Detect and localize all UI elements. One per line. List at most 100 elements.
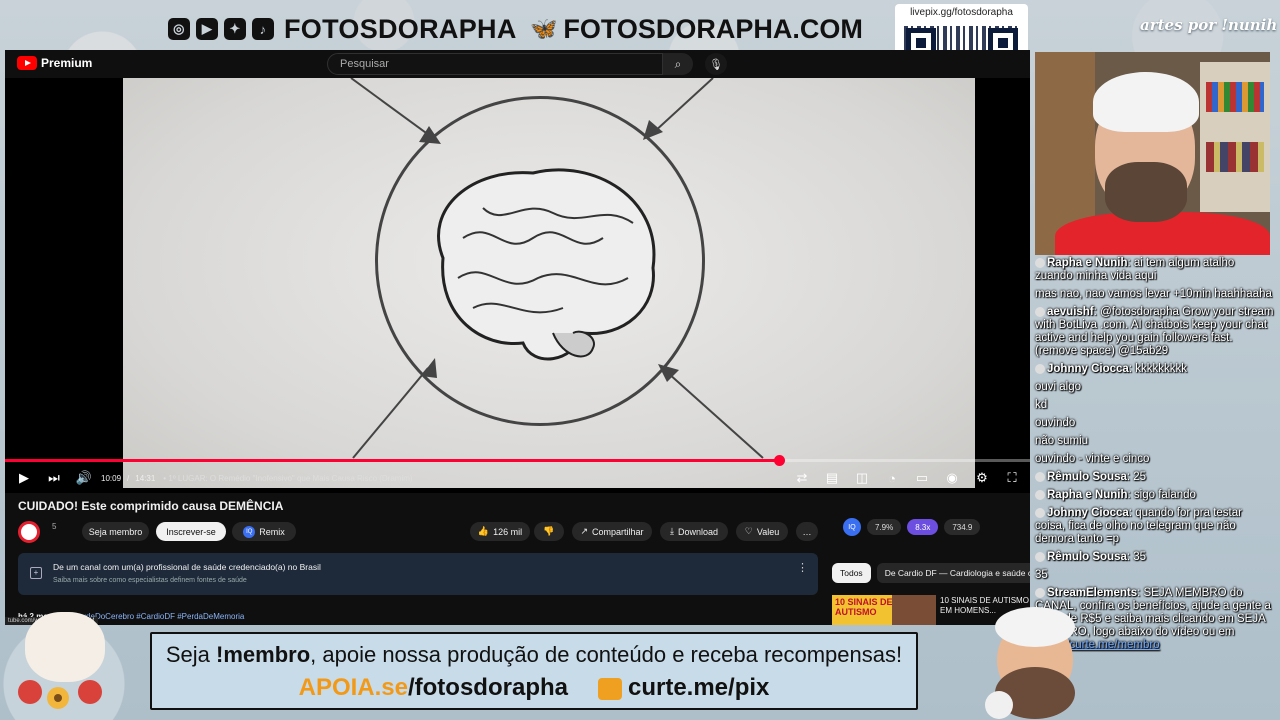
pix-text: curte.me/pix: [627, 674, 770, 701]
chat-badge-icon: [1035, 507, 1045, 518]
chat-text: 35: [1035, 569, 1048, 581]
yt-logo[interactable]: Premium: [17, 56, 92, 70]
chat-username[interactable]: aevuishf: [1047, 306, 1094, 318]
chat-username[interactable]: Johnny Ciocca: [1047, 507, 1129, 519]
banner-member: !membro: [216, 642, 311, 667]
download-button[interactable]: ⤓ Download: [660, 522, 728, 541]
fullscreen-icon[interactable]: ⛶: [1000, 467, 1024, 489]
chat-message: ouvi algo: [1035, 381, 1275, 394]
chat-username[interactable]: StreamElements: [1047, 587, 1137, 599]
thanks-button[interactable]: ♡ Valeu: [736, 522, 788, 541]
banner-prefix: Seja: [165, 642, 217, 667]
subscribe-button[interactable]: Inscrever-se: [156, 522, 226, 541]
share-button[interactable]: ↗ Compartilhar: [572, 522, 652, 541]
search-icon: ⌕: [674, 56, 682, 71]
chat-text: kd: [1035, 399, 1048, 411]
chat-text: kkkkkkkkk: [1135, 363, 1187, 375]
chat-message: Rêmulo Sousa: 25: [1035, 471, 1275, 484]
progress-knob[interactable]: [773, 455, 785, 466]
extension-stat-2: 8.3x: [907, 519, 939, 535]
screenshot-icon[interactable]: ◉: [940, 467, 964, 489]
bluesky-icon: 🦋: [530, 16, 558, 41]
download-icon: ⤓: [669, 526, 674, 536]
channel-meta: 5: [52, 522, 57, 531]
action-row: 5 Seja membro Inscrever-se IQ Remix 👍 12…: [18, 521, 818, 543]
right-controls: ⇄ ▤ ◫ ◔ ▭ ◉ ⚙ ⛶: [790, 466, 1024, 490]
theater-icon[interactable]: ▭: [910, 467, 934, 489]
like-count: 126 mil: [493, 526, 523, 537]
health-panel-subtitle[interactable]: Saiba mais sobre como especialistas defi…: [53, 577, 247, 584]
chat-username[interactable]: Johnny Ciocca: [1047, 363, 1129, 375]
video-player[interactable]: ▶ ⏭ 🔊 10:09 / 14:31 • 1º LUGAR: O Remédi…: [5, 78, 1030, 493]
time-separator: /: [127, 473, 130, 483]
pix-icon: [597, 677, 622, 700]
play-icon[interactable]: ▶: [13, 467, 35, 489]
apoia-link: APOIA.se/fotosdorapha: [299, 674, 568, 702]
download-label: Download: [677, 526, 718, 537]
chapter-title[interactable]: • 1º LUGAR: O Remédio "Inofensivo" que M…: [163, 474, 412, 483]
remix-icon: IQ: [243, 525, 256, 538]
youtube-window: Premium Pesquisar ⌕ 🎙 ▶ ⏭ 🔊 10:09 / 14:3…: [5, 50, 1030, 625]
chat-username[interactable]: Rapha e Nunih: [1047, 489, 1128, 501]
subtitles-icon[interactable]: ▤: [820, 467, 844, 489]
banner-message: Seja !membro, apoie nossa produção de co…: [152, 642, 916, 668]
twitter-icon: ✦: [224, 18, 246, 40]
search-input[interactable]: Pesquisar: [327, 53, 663, 75]
chat-badge-icon: [1035, 489, 1045, 500]
chat-message: Rapha e Nunih: sigo falando: [1035, 489, 1275, 502]
social-handles: ◎ ▶ ✦ ♪ FOTOSDORAPHA: [168, 12, 517, 46]
voice-search-button[interactable]: 🎙: [705, 53, 727, 75]
site-text: FOTOSDORAPHA.COM: [563, 13, 863, 44]
channel-avatar[interactable]: [18, 521, 40, 543]
health-panel-title: De um canal com um(a) profissional de sa…: [53, 562, 321, 572]
extension-iq-icon[interactable]: IQ: [843, 518, 861, 536]
chat-text: ouvindo: [1035, 417, 1076, 429]
chat-text: não sumiu: [1035, 435, 1089, 447]
chat-message: Johnny Ciocca: kkkkkkkkk: [1035, 363, 1275, 376]
chat-message: mas nao, nao vamos levar +10min haahhaah…: [1035, 288, 1275, 301]
banner-links: APOIA.se/fotosdorapha curte.me/pix: [152, 674, 916, 702]
more-vert-icon[interactable]: ⋮: [797, 561, 808, 574]
settings-icon[interactable]: ⚙: [970, 467, 994, 489]
apoia-logo: APOIA.se: [298, 674, 408, 701]
like-button[interactable]: 👍 126 mil: [470, 522, 530, 541]
cam-beard: [1105, 162, 1187, 222]
remix-button[interactable]: IQ Remix: [232, 522, 296, 541]
social-handle-text: FOTOSDORAPHA: [284, 13, 517, 44]
autoplay-icon[interactable]: ⇄: [790, 467, 814, 489]
support-banner: Seja !membro, apoie nossa produção de co…: [150, 632, 918, 710]
chat-message: Rapha e Nunih: ai tem algum atalho zuand…: [1035, 257, 1235, 282]
player-controls: ▶ ⏭ 🔊 10:09 / 14:31 • 1º LUGAR: O Remédi…: [5, 466, 1030, 490]
more-actions-button[interactable]: …: [796, 522, 818, 541]
chat-message: aevuishf: @fotosdorapha Grow your stream…: [1035, 306, 1274, 357]
miniplayer-icon[interactable]: ◫: [850, 467, 874, 489]
instagram-icon: ◎: [168, 18, 190, 40]
video-frame: [123, 78, 975, 488]
streamer-caricature-icon: [985, 607, 1075, 719]
next-icon[interactable]: ⏭: [43, 467, 65, 489]
art-credit: artes por !nunih: [1140, 16, 1278, 34]
search-button[interactable]: ⌕: [663, 53, 693, 75]
tiktok-icon: ♪: [252, 18, 274, 40]
chip-all[interactable]: Todos: [832, 563, 871, 583]
chat-badge-icon: [1035, 363, 1045, 374]
recommended-thumbnail[interactable]: 10 SINAIS DE AUTISMO: [832, 595, 936, 625]
volume-icon[interactable]: 🔊: [73, 467, 95, 489]
dislike-button[interactable]: 👎: [534, 522, 564, 541]
member-button[interactable]: Seja membro: [82, 522, 149, 541]
chat-text: 25: [1133, 471, 1147, 483]
filter-chips: Todos De Cardio DF — Cardiologia e saúde…: [832, 563, 1030, 583]
chat-username[interactable]: Rapha e Nunih: [1047, 257, 1128, 269]
speed-icon[interactable]: ◔: [880, 467, 904, 489]
cat-mascot-icon: [10, 612, 120, 712]
progress-bar[interactable]: [5, 455, 1030, 466]
health-info-panel[interactable]: + De um canal com um(a) profissional de …: [18, 553, 818, 595]
chip-channel[interactable]: De Cardio DF — Cardiologia e saúde ca: [876, 563, 1030, 583]
chat-username[interactable]: Rêmulo Sousa: [1047, 471, 1127, 483]
yt-topbar: Premium Pesquisar ⌕ 🎙: [5, 50, 1030, 78]
video-title: CUIDADO! Este comprimido causa DEMÊNCIA: [18, 499, 284, 513]
youtube-icon: ▶: [196, 18, 218, 40]
chat-message: 35: [1035, 569, 1275, 582]
chat-username[interactable]: Rêmulo Sousa: [1047, 551, 1127, 563]
extension-bar: IQ 7.9% 8.3x 734.9: [843, 517, 1030, 537]
